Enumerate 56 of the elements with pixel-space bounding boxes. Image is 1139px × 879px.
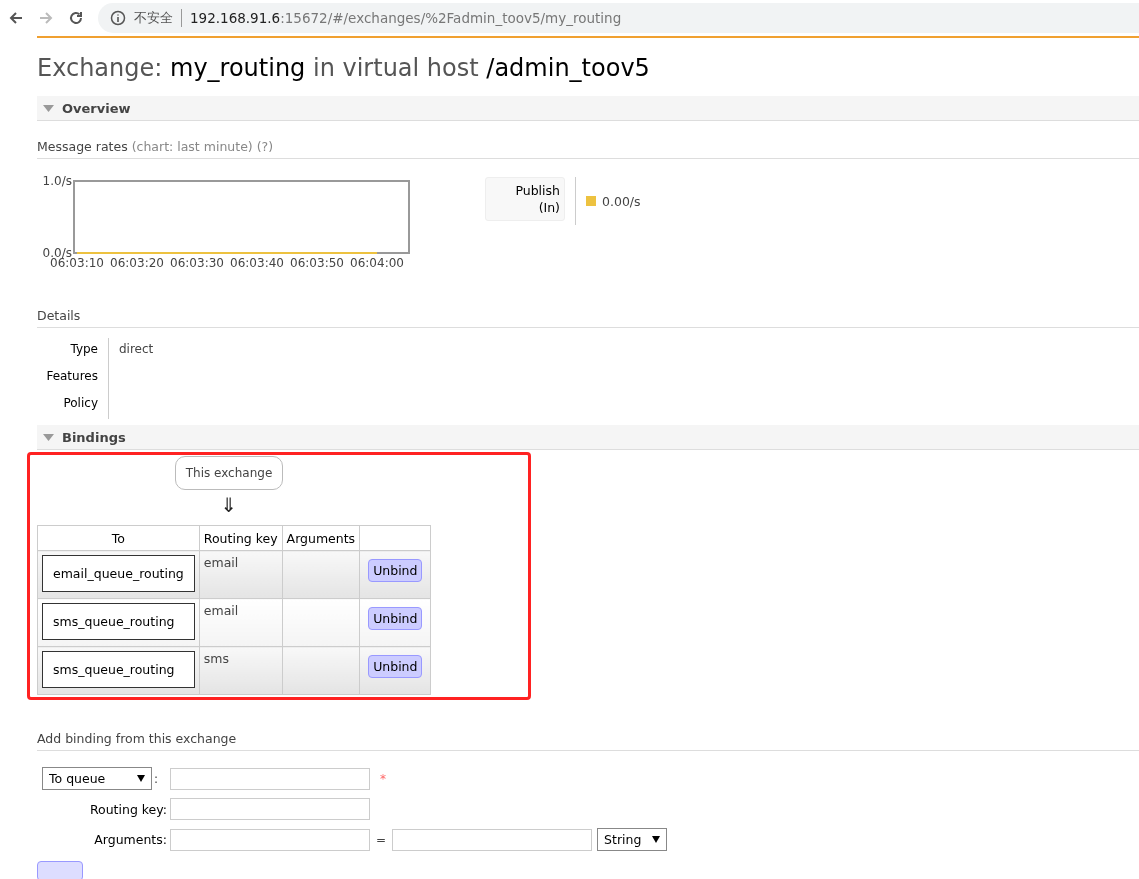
- detail-label: Policy: [37, 392, 109, 419]
- routing-key-cell: email: [203, 603, 239, 618]
- equals-sign: =: [376, 832, 387, 847]
- section-title: Bindings: [62, 429, 126, 445]
- caret-icon: [137, 775, 145, 782]
- colon-label: :: [154, 771, 159, 786]
- subsection-title: Add binding from this exchange: [37, 731, 1139, 751]
- caret-icon: [652, 836, 661, 843]
- exchange-node: This exchange: [174, 456, 284, 490]
- column-header: Arguments: [282, 525, 360, 551]
- down-arrow-glyph: ⇓: [220, 493, 238, 517]
- unbind-button[interactable]: Unbind: [368, 655, 423, 678]
- queue-link[interactable]: sms_queue_routing: [42, 603, 195, 640]
- x-tick-label: 06:03:20: [110, 256, 164, 270]
- info-icon[interactable]: [110, 10, 126, 26]
- queue-link[interactable]: sms_queue_routing: [42, 651, 195, 688]
- queue-link[interactable]: email_queue_routing: [42, 555, 195, 592]
- field-label: Arguments:: [93, 832, 168, 847]
- security-label: 不安全: [134, 9, 182, 27]
- forward-icon[interactable]: [38, 10, 54, 26]
- back-icon[interactable]: [8, 10, 24, 26]
- x-tick-label: 06:03:50: [290, 256, 344, 270]
- section-header[interactable]: Bindings: [37, 425, 1139, 450]
- bind-button[interactable]: [37, 861, 83, 879]
- help-link[interactable]: (?): [256, 139, 274, 154]
- reload-icon[interactable]: [68, 10, 84, 26]
- column-header: To: [37, 525, 200, 551]
- y-tick-label: 1.0/s: [42, 174, 72, 188]
- address-bar[interactable]: 不安全 192.168.91.6:15672/#/exchanges/%2Fadmin_toov5/my_routing: [98, 3, 1139, 33]
- type-select[interactable]: String: [597, 828, 668, 851]
- column-header: Routing key: [199, 525, 283, 551]
- unbind-button[interactable]: Unbind: [368, 559, 423, 582]
- routing-key-cell: sms: [203, 651, 229, 666]
- x-tick-label: 06:03:40: [230, 256, 284, 270]
- page-title: Exchange: my_routing in virtual host /admin_toov5: [37, 54, 651, 82]
- detail-label: Features: [37, 365, 109, 392]
- subsection-title: Details: [37, 308, 1139, 328]
- subsection-title: Message rates (chart: last minute) (?): [37, 139, 1139, 159]
- detail-value: direct: [118, 341, 155, 358]
- destination-select[interactable]: To queue: [42, 767, 152, 790]
- routing-key-input[interactable]: [170, 798, 370, 820]
- routing-key-cell: email: [203, 555, 239, 570]
- detail-label: Type: [37, 338, 109, 365]
- legend-label: Publish (In): [485, 177, 565, 221]
- legend-value: 0.00/s: [575, 177, 651, 225]
- url-text: 192.168.91.6:15672/#/exchanges/%2Fadmin_toov5/my_routing: [190, 10, 622, 26]
- section-title: Overview: [62, 100, 131, 116]
- x-tick-label: 06:03:30: [170, 256, 224, 270]
- required-mark: *: [380, 771, 386, 786]
- field-label: Routing key:: [88, 801, 168, 817]
- destination-input[interactable]: [170, 767, 370, 790]
- argument-value-input[interactable]: [392, 828, 593, 851]
- x-tick-label: 06:04:00: [350, 256, 404, 270]
- argument-key-input[interactable]: [170, 828, 370, 851]
- section-header[interactable]: Overview: [37, 96, 1139, 121]
- unbind-button[interactable]: Unbind: [368, 607, 423, 630]
